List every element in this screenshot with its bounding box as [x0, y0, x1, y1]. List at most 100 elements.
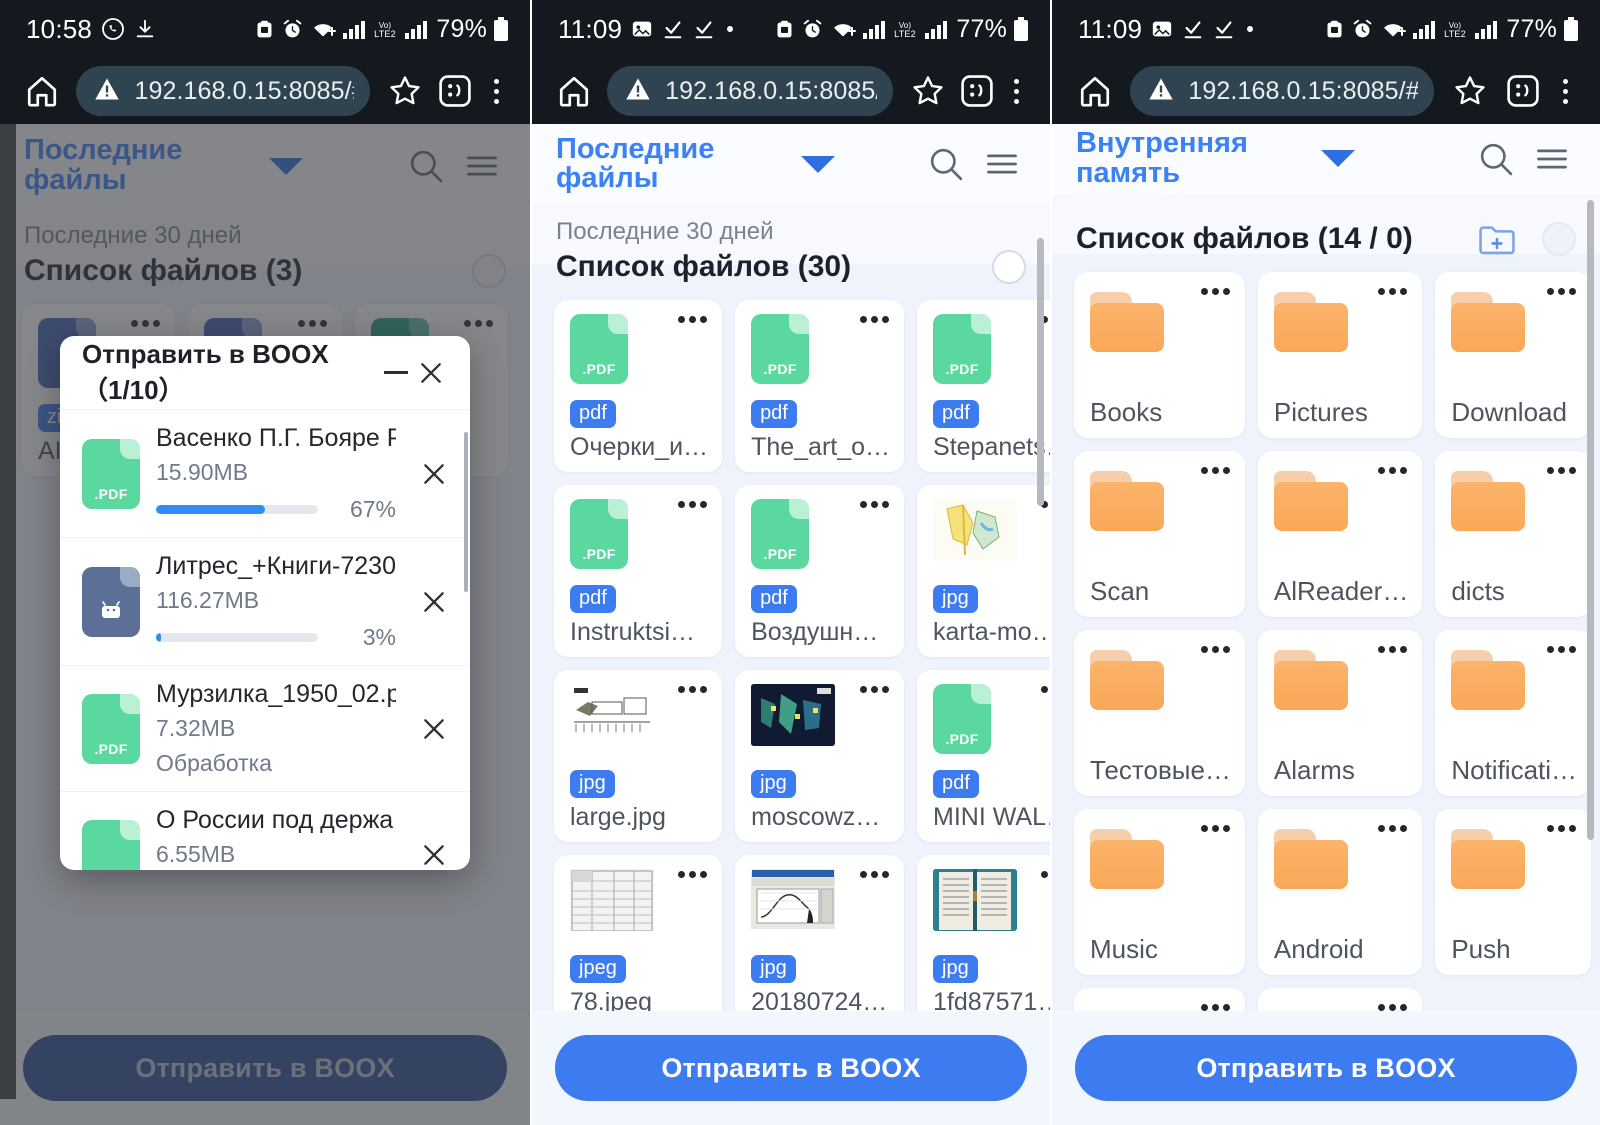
file-card[interactable]: .PDF pdf Воздушн… — [735, 485, 905, 658]
more-options-icon[interactable] — [1547, 466, 1577, 474]
transfer-item[interactable]: .PDF О России под держа… 6.55MB Обработк… — [60, 792, 470, 870]
folder-card[interactable]: AlReader… — [1257, 450, 1423, 617]
volte-icon: Vo) LTE2 — [372, 19, 398, 39]
vertical-scrollbar-2[interactable] — [1037, 238, 1044, 507]
more-options-icon[interactable] — [1547, 824, 1577, 832]
file-card[interactable]: .PDF pdf MINI WAL… — [917, 670, 1050, 843]
progress-fill — [156, 505, 265, 514]
transfer-list[interactable]: .PDF Васенко П.Г. Бояре Р… 15.90MB 67% — [60, 410, 470, 870]
home-icon[interactable] — [18, 74, 66, 108]
folder-card[interactable] — [1074, 987, 1245, 1011]
file-card[interactable]: .PDF pdf The_art_o… — [735, 300, 905, 473]
cancel-transfer-icon[interactable] — [412, 589, 456, 615]
more-options-icon[interactable] — [860, 686, 890, 694]
more-options-icon[interactable] — [1200, 466, 1230, 474]
more-options-icon[interactable] — [860, 871, 890, 879]
more-options-icon[interactable] — [1547, 287, 1577, 295]
select-all-checkbox[interactable] — [1542, 221, 1576, 256]
tab-count-icon[interactable] — [1497, 73, 1549, 109]
more-options-icon[interactable] — [1378, 466, 1408, 474]
home-icon[interactable] — [550, 74, 597, 108]
file-card[interactable]: .PDF pdf Stepanets… — [917, 300, 1050, 473]
file-card[interactable]: .PDF pdf Instruktsi… — [554, 485, 723, 658]
cancel-transfer-icon[interactable] — [412, 842, 456, 868]
more-options-icon[interactable] — [1378, 287, 1408, 295]
more-options-icon[interactable] — [860, 316, 890, 324]
browser-menu-icon[interactable] — [1549, 78, 1582, 104]
chevron-down-icon[interactable] — [1321, 150, 1355, 168]
select-all-checkbox[interactable] — [992, 250, 1026, 285]
tab-count-icon[interactable] — [952, 73, 1001, 109]
folder-card[interactable]: Scan — [1074, 450, 1245, 617]
more-options-icon[interactable] — [1200, 824, 1230, 832]
tab-count-icon[interactable] — [430, 73, 480, 109]
file-card[interactable]: jpeg 78.jpeg — [554, 855, 723, 1011]
vertical-scrollbar-3[interactable] — [1587, 199, 1594, 840]
close-icon[interactable] — [413, 360, 450, 386]
more-options-icon[interactable] — [678, 501, 708, 509]
file-card[interactable]: jpg moscowz… — [735, 670, 905, 843]
transfer-item[interactable]: .PDF Мурзилка_1950_02.p… 7.32MB Обработк… — [60, 666, 470, 792]
more-options-icon[interactable] — [1200, 1003, 1230, 1011]
bookmark-star-icon[interactable] — [903, 74, 952, 108]
hamburger-menu-icon[interactable] — [1524, 131, 1580, 187]
bookmark-star-icon[interactable] — [380, 74, 430, 108]
pdf-file-icon: .PDF — [82, 693, 140, 764]
file-card[interactable]: jpg karta-mo… — [917, 485, 1050, 658]
file-card[interactable]: jpg 20180724… — [735, 855, 905, 1011]
more-options-icon[interactable] — [1547, 645, 1577, 653]
more-options-icon[interactable] — [1200, 287, 1230, 295]
transfer-item[interactable]: Литрес_+Книги-7230… 116.27MB 3% — [60, 538, 470, 666]
more-options-icon[interactable] — [1200, 645, 1230, 653]
file-scroller-2[interactable]: Последние 30 дней Список файлов (30) .PD… — [532, 204, 1050, 1011]
home-icon[interactable] — [1070, 74, 1120, 108]
folder-card[interactable]: Pictures — [1257, 271, 1423, 438]
more-options-icon[interactable] — [678, 316, 708, 324]
section-title-row-3: Список файлов (14 / 0) — [1052, 194, 1600, 268]
battery-percent: 77% — [1506, 14, 1557, 43]
hamburger-menu-icon[interactable] — [974, 136, 1030, 192]
folder-icon — [1090, 828, 1164, 889]
address-bar[interactable]: 192.168.0.15:8085/#/ — [607, 66, 894, 116]
folder-card[interactable]: Alarms — [1257, 629, 1423, 796]
browser-menu-icon[interactable] — [480, 78, 512, 104]
image-thumbnail — [570, 869, 654, 932]
file-scroller-3[interactable]: Список файлов (14 / 0) Books Pictures Do… — [1052, 193, 1600, 1011]
new-folder-icon[interactable] — [1478, 222, 1516, 256]
more-options-icon[interactable] — [1041, 871, 1050, 879]
send-to-boox-button[interactable]: Отправить в BOOX — [1075, 1035, 1577, 1101]
more-options-icon[interactable] — [678, 871, 708, 879]
file-ext-badge: pdf — [751, 585, 797, 614]
search-icon[interactable] — [1468, 131, 1524, 187]
send-to-boox-button[interactable]: Отправить в BOOX — [555, 1035, 1027, 1101]
browser-menu-icon[interactable] — [1001, 78, 1032, 104]
address-bar[interactable]: 192.168.0.15:8085/#/ — [1130, 66, 1435, 116]
bookmark-star-icon[interactable] — [1444, 74, 1496, 108]
search-icon[interactable] — [918, 136, 974, 192]
more-options-icon[interactable] — [1378, 824, 1408, 832]
address-bar[interactable]: 192.168.0.15:8085/#/ — [76, 66, 370, 116]
more-options-icon[interactable] — [678, 686, 708, 694]
dialog-scrollbar[interactable] — [464, 432, 468, 592]
more-options-icon[interactable] — [1378, 1003, 1408, 1011]
transfer-item[interactable]: .PDF Васенко П.Г. Бояре Р… 15.90MB 67% — [60, 410, 470, 538]
folder-card[interactable]: Push — [1435, 808, 1592, 975]
cancel-transfer-icon[interactable] — [412, 461, 456, 487]
folder-card[interactable]: Music — [1074, 808, 1245, 975]
folder-card[interactable]: Notificati… — [1435, 629, 1592, 796]
file-card[interactable]: .PDF pdf Очерки_и… — [554, 300, 723, 473]
file-card[interactable]: jpg 1fd87571… — [917, 855, 1050, 1011]
file-card[interactable]: jpg large.jpg — [554, 670, 723, 843]
folder-card[interactable] — [1257, 987, 1423, 1011]
folder-card[interactable]: Download — [1435, 271, 1592, 438]
more-options-icon[interactable] — [1041, 686, 1050, 694]
cancel-transfer-icon[interactable] — [412, 716, 456, 742]
folder-card[interactable]: dicts — [1435, 450, 1592, 617]
more-options-icon[interactable] — [1378, 645, 1408, 653]
folder-card[interactable]: Books — [1074, 271, 1245, 438]
more-options-icon[interactable] — [860, 501, 890, 509]
chevron-down-icon[interactable] — [801, 155, 835, 173]
folder-card[interactable]: Android — [1257, 808, 1423, 975]
folder-card[interactable]: Тестовые… — [1074, 629, 1245, 796]
minimize-icon[interactable] — [379, 371, 413, 374]
